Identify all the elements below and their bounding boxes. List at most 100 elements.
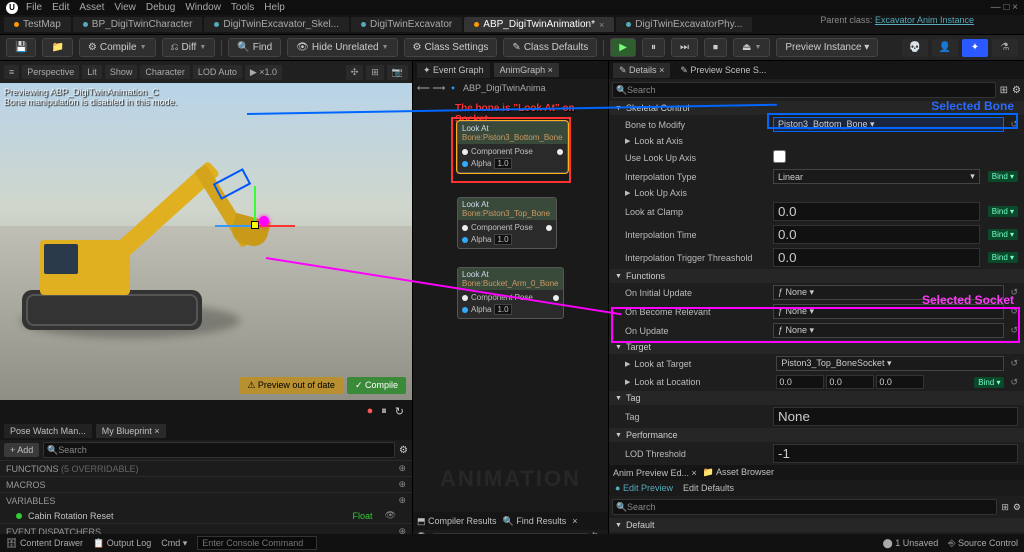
tab-asset-browser[interactable]: 📁 Asset Browser <box>703 467 774 478</box>
tab-testmap[interactable]: TestMap <box>4 17 71 32</box>
pose-pin-out-icon[interactable] <box>557 149 563 155</box>
gizmo-center-icon[interactable] <box>251 221 259 229</box>
diff-button[interactable]: ⎌ Diff▼ <box>162 38 216 57</box>
pause-transport-icon[interactable]: ⏸ <box>381 405 387 418</box>
tab-find-results[interactable]: 🔍 Find Results <box>503 516 567 527</box>
output-log-button[interactable]: 📋 Output Log <box>93 538 151 549</box>
tab-event-graph[interactable]: ✦ Event Graph <box>417 63 490 78</box>
tab-preview-scene[interactable]: ✎ Preview Scene S... <box>674 63 772 78</box>
skip-button[interactable]: ⏭ <box>671 38 698 57</box>
reset-icon[interactable]: ↺ <box>1010 358 1018 369</box>
prop-look-at-axis[interactable]: ▶Look at Axis <box>609 134 1024 148</box>
reset-icon[interactable]: ↺ <box>1010 306 1018 317</box>
viewport[interactable]: Previewing ABP_DigiTwinAnimation_C Bone … <box>0 83 412 400</box>
menu-edit[interactable]: Edit <box>52 2 69 13</box>
persona-mesh[interactable]: 👤 <box>932 39 958 57</box>
tab-digitwinexcavator-phy[interactable]: DigiTwinExcavatorPhy... <box>616 17 752 32</box>
reset-icon[interactable]: ↺ <box>1010 287 1018 298</box>
on-become-relevant-dropdown[interactable]: ƒ None ▾ <box>773 304 1004 319</box>
use-look-up-axis-checkbox[interactable] <box>773 150 786 163</box>
gear-icon[interactable]: ⚙ <box>1013 502 1021 513</box>
vec-z[interactable] <box>876 375 924 389</box>
alpha-pin-icon[interactable] <box>462 161 468 167</box>
close-icon[interactable]: × <box>572 516 577 526</box>
console-command-input[interactable] <box>197 536 317 550</box>
unsaved-indicator[interactable]: ⬤ 1 Unsaved <box>883 538 939 549</box>
category-tag[interactable]: ▼Tag <box>609 391 1024 405</box>
menu-debug[interactable]: Debug <box>146 2 175 13</box>
vec-x[interactable] <box>776 375 824 389</box>
viewport-show[interactable]: Show <box>105 65 138 79</box>
tab-anim-preview-editor[interactable]: Anim Preview Ed... × <box>613 468 697 478</box>
pose-pin-out-icon[interactable] <box>553 295 559 301</box>
loop-icon[interactable]: ↻ <box>395 405 404 418</box>
bind-button[interactable]: Bind ▾ <box>988 252 1018 263</box>
viewport-lit[interactable]: Lit <box>82 65 102 79</box>
bind-button[interactable]: Bind ▾ <box>988 171 1018 182</box>
save-button[interactable]: 💾 <box>6 38 36 57</box>
section-macros[interactable]: MACROS⊕ <box>0 476 412 492</box>
reset-icon[interactable]: ↺ <box>1010 377 1018 388</box>
gear-icon[interactable]: ⚙ <box>1012 85 1021 96</box>
stop-button[interactable]: ⏹ <box>704 38 727 57</box>
look-at-target-dropdown[interactable]: Piston3_Top_BoneSocket ▾ <box>776 356 1004 371</box>
tab-abp-digitwinanimation[interactable]: ABP_DigiTwinAnimation*× <box>464 17 614 32</box>
eye-icon[interactable]: 👁 <box>385 510 396 521</box>
window-controls[interactable]: — □ × <box>991 2 1018 13</box>
tag-input[interactable] <box>773 407 1018 426</box>
menu-file[interactable]: File <box>26 2 42 13</box>
variable-row[interactable]: Cabin Rotation ResetFloat👁 <box>0 508 412 523</box>
interpolation-type-dropdown[interactable]: Linear▾ <box>773 169 980 184</box>
close-icon[interactable]: × <box>154 426 159 436</box>
parent-class-link[interactable]: Excavator Anim Instance <box>875 15 974 25</box>
vec-y[interactable] <box>826 375 874 389</box>
node-look-at-1[interactable]: Look AtBone:Piston3_Bottom_Bone Componen… <box>457 121 568 173</box>
reset-icon[interactable]: ↺ <box>1010 325 1018 336</box>
look-at-clamp-input[interactable] <box>773 202 980 221</box>
animgraph-canvas[interactable]: The bone is "Look At" on Socket Look AtB… <box>413 97 608 512</box>
close-icon[interactable]: × <box>659 65 664 75</box>
pose-pin-icon[interactable] <box>462 295 468 301</box>
alpha-pin-icon[interactable] <box>462 237 468 243</box>
viewport-character[interactable]: Character <box>140 65 190 79</box>
bone-to-modify-dropdown[interactable]: Piston3_Bottom_Bone ▾ <box>773 117 1004 132</box>
viewport-camera-icon[interactable]: 📷 <box>387 65 408 80</box>
find-button[interactable]: 🔍 Find <box>228 38 281 57</box>
plus-icon[interactable]: ⊕ <box>398 479 406 490</box>
play-button[interactable]: ▶ <box>610 38 636 57</box>
viewport-speed[interactable]: ▶ ×1.0 <box>245 65 282 80</box>
class-defaults-button[interactable]: ✎ Class Defaults <box>503 38 597 57</box>
lod-threshold-input[interactable] <box>773 444 1018 463</box>
plus-icon[interactable]: ⊕ <box>398 463 406 474</box>
source-control-button[interactable]: ⎆ Source Control <box>948 538 1018 549</box>
gizmo-z-icon[interactable] <box>215 225 255 227</box>
menu-view[interactable]: View <box>114 2 136 13</box>
persona-physics[interactable]: ⚗ <box>992 39 1018 57</box>
tab-digitwinexcavator-skel[interactable]: DigiTwinExcavator_Skel... <box>204 17 349 32</box>
cmd-dropdown[interactable]: Cmd ▾ <box>161 538 187 549</box>
pose-pin-icon[interactable] <box>462 225 468 231</box>
preview-out-of-date-button[interactable]: ⚠ Preview out of date <box>239 377 343 394</box>
pause-button[interactable]: ⏸ <box>642 38 665 57</box>
viewport-snap-icon[interactable]: ⊞ <box>366 65 384 80</box>
alpha-input[interactable]: 1.0 <box>494 234 511 245</box>
viewport-compile-button[interactable]: ✓ Compile <box>347 377 406 394</box>
tab-bp-digitwincharacter[interactable]: BP_DigiTwinCharacter <box>73 17 203 32</box>
interpolation-trigger-input[interactable] <box>773 248 980 267</box>
plus-icon[interactable]: ⊕ <box>398 495 406 506</box>
gizmo-y-icon[interactable] <box>254 186 256 226</box>
details-body[interactable]: Selected Bone ▼Skeletal Control Bone to … <box>609 101 1024 552</box>
alpha-pin-icon[interactable] <box>462 307 468 313</box>
node-look-at-3[interactable]: Look AtBone:Bucket_Arm_0_Bone Component … <box>457 267 564 319</box>
tab-digitwinexcavator[interactable]: DigiTwinExcavator <box>351 17 462 32</box>
browse-button[interactable]: 📁 <box>42 38 72 57</box>
node-look-at-2[interactable]: Look AtBone:Piston3_Top_Bone Component P… <box>457 197 557 249</box>
close-icon[interactable]: × <box>599 20 604 30</box>
on-update-dropdown[interactable]: ƒ None ▾ <box>773 323 1004 338</box>
on-initial-update-dropdown[interactable]: ƒ None ▾ <box>773 285 1004 300</box>
category-performance[interactable]: ▼Performance <box>609 428 1024 442</box>
viewport-menu-icon[interactable]: ≡ <box>4 65 19 79</box>
reset-icon[interactable]: ↺ <box>1010 119 1018 130</box>
hide-unrelated-button[interactable]: 👁 Hide Unrelated▼ <box>287 38 397 57</box>
class-settings-button[interactable]: ⚙ Class Settings <box>404 38 498 57</box>
